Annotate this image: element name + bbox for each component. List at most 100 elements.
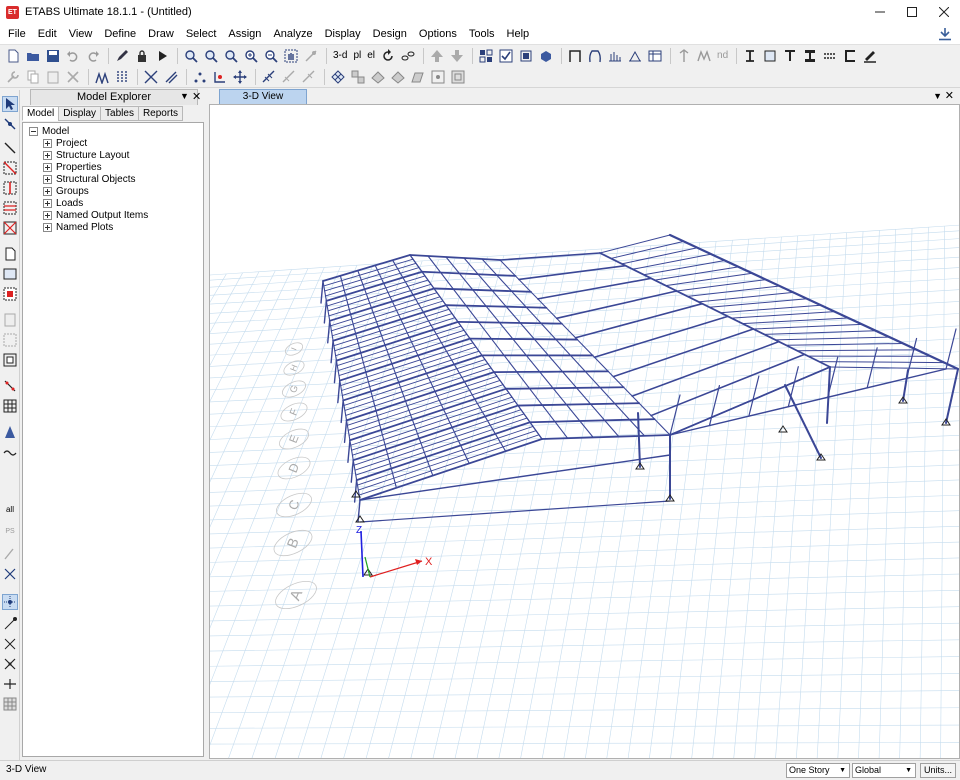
- quick-draw-area-button[interactable]: [761, 47, 779, 65]
- expand-icon[interactable]: [43, 186, 52, 196]
- tree-node-structure-layout[interactable]: Structure Layout: [43, 149, 129, 161]
- tree-node-groups[interactable]: Groups: [43, 185, 89, 197]
- align-points-button[interactable]: [429, 68, 447, 86]
- divide-frames-button[interactable]: [260, 68, 278, 86]
- menu-design[interactable]: Design: [367, 24, 413, 44]
- snap-perpendicular-button[interactable]: [2, 656, 18, 672]
- expand-icon[interactable]: [43, 162, 52, 172]
- edit-pen-button[interactable]: [113, 47, 131, 65]
- tree-node-loads[interactable]: Loads: [43, 197, 83, 209]
- line-color-button[interactable]: [861, 47, 879, 65]
- concrete-design-button[interactable]: [695, 47, 713, 65]
- tab-display[interactable]: Display: [58, 106, 102, 121]
- elevation-view-button[interactable]: el: [365, 47, 377, 65]
- perspective-button[interactable]: [399, 47, 417, 65]
- draw-tendon-button[interactable]: [2, 424, 18, 440]
- delete-button[interactable]: [64, 68, 82, 86]
- menu-select[interactable]: Select: [180, 24, 223, 44]
- tab-reports[interactable]: Reports: [137, 106, 183, 121]
- draw-column-button[interactable]: [2, 180, 18, 196]
- object-shrink-button[interactable]: [517, 47, 535, 65]
- deformed-shape-button[interactable]: [586, 47, 604, 65]
- maximize-button[interactable]: [896, 0, 928, 24]
- join-frames-button[interactable]: [280, 68, 298, 86]
- tab-model[interactable]: Model: [22, 106, 60, 121]
- select-all-button[interactable]: all: [2, 502, 18, 518]
- menu-display[interactable]: Display: [319, 24, 367, 44]
- replicate-button[interactable]: [449, 68, 467, 86]
- select-points-button[interactable]: [191, 68, 209, 86]
- menu-options[interactable]: Options: [413, 24, 463, 44]
- draw-wall-button[interactable]: [2, 312, 18, 328]
- snap-ends-button[interactable]: [2, 616, 18, 632]
- tools-wrench-button[interactable]: [4, 68, 22, 86]
- tree-node-properties[interactable]: Properties: [43, 161, 102, 173]
- extrude-button[interactable]: [537, 47, 555, 65]
- draw-line-button[interactable]: [2, 140, 18, 156]
- tee-section-button[interactable]: [781, 47, 799, 65]
- mesh-areas-button[interactable]: [329, 68, 347, 86]
- draw-link-button[interactable]: [2, 378, 18, 394]
- 3d-model-canvas[interactable]: ABCDEFGHI X Z: [210, 105, 960, 759]
- stress-diagram-button[interactable]: [626, 47, 644, 65]
- node-labels-button[interactable]: nd: [715, 47, 730, 65]
- tree-node-structural-objects[interactable]: Structural Objects: [43, 173, 135, 185]
- draw-brace-left-button[interactable]: [2, 220, 18, 236]
- rubber-band-zoom-button[interactable]: [302, 47, 320, 65]
- intersecting-line-button[interactable]: [2, 566, 18, 582]
- open-button[interactable]: [24, 47, 42, 65]
- draw-section-cut-button[interactable]: [741, 47, 759, 65]
- explorer-pin-icon[interactable]: ▼: [180, 91, 189, 101]
- view-3d-button[interactable]: 3-d: [331, 47, 349, 65]
- move-up-button[interactable]: [428, 47, 446, 65]
- clear-selection-button[interactable]: [2, 546, 18, 562]
- menu-view[interactable]: View: [63, 24, 99, 44]
- move-joint-button[interactable]: [211, 68, 229, 86]
- move-down-button[interactable]: [448, 47, 466, 65]
- quick-draw-wall-button[interactable]: [2, 332, 18, 348]
- draw-beam-button[interactable]: [2, 160, 18, 176]
- area-edges-button[interactable]: [409, 68, 427, 86]
- rotate-3d-button[interactable]: [379, 47, 397, 65]
- expand-icon[interactable]: [43, 198, 52, 208]
- check-button[interactable]: [497, 47, 515, 65]
- draw-brace-button[interactable]: [93, 68, 111, 86]
- save-button[interactable]: [44, 47, 62, 65]
- expand-icon[interactable]: [43, 138, 52, 148]
- quick-draw-floor-button[interactable]: [2, 286, 18, 302]
- snap-points-button[interactable]: [2, 594, 18, 610]
- merge-areas-button[interactable]: [349, 68, 367, 86]
- draw-floor-button[interactable]: [2, 246, 18, 262]
- steel-frame-design-button[interactable]: [675, 47, 693, 65]
- units-button[interactable]: Units...: [920, 763, 956, 778]
- select-lines-button[interactable]: [162, 68, 180, 86]
- story-select[interactable]: One Story ▼: [786, 763, 850, 778]
- tree-node-named-output-items[interactable]: Named Output Items: [43, 209, 148, 221]
- undo-button[interactable]: [64, 47, 82, 65]
- minimize-button[interactable]: [864, 0, 896, 24]
- tree-node-named-plots[interactable]: Named Plots: [43, 221, 113, 233]
- redo-button[interactable]: [84, 47, 102, 65]
- close-button[interactable]: [928, 0, 960, 24]
- pan-button[interactable]: [282, 47, 300, 65]
- draw-secondary-beam-button[interactable]: [2, 200, 18, 216]
- i-section-button[interactable]: [801, 47, 819, 65]
- paste-button[interactable]: [44, 68, 62, 86]
- select-intersect-button[interactable]: [142, 68, 160, 86]
- explorer-close-icon[interactable]: ✕: [192, 90, 201, 103]
- new-model-button[interactable]: [4, 47, 22, 65]
- menu-draw[interactable]: Draw: [142, 24, 180, 44]
- draw-rect-area-button[interactable]: [2, 266, 18, 282]
- draw-opening-button[interactable]: [2, 352, 18, 368]
- menu-assign[interactable]: Assign: [222, 24, 267, 44]
- edit-area-button[interactable]: [369, 68, 387, 86]
- view-pin-icon[interactable]: ▼: [933, 91, 942, 101]
- 3d-viewport[interactable]: ABCDEFGHI X Z: [209, 104, 960, 759]
- expand-icon[interactable]: [43, 210, 52, 220]
- set-display-options-button[interactable]: [477, 47, 495, 65]
- menu-define[interactable]: Define: [98, 24, 142, 44]
- menu-tools[interactable]: Tools: [463, 24, 501, 44]
- tab-3d-view[interactable]: 3-D View: [219, 89, 307, 104]
- draw-grid-button[interactable]: [2, 398, 18, 414]
- lock-button[interactable]: [133, 47, 151, 65]
